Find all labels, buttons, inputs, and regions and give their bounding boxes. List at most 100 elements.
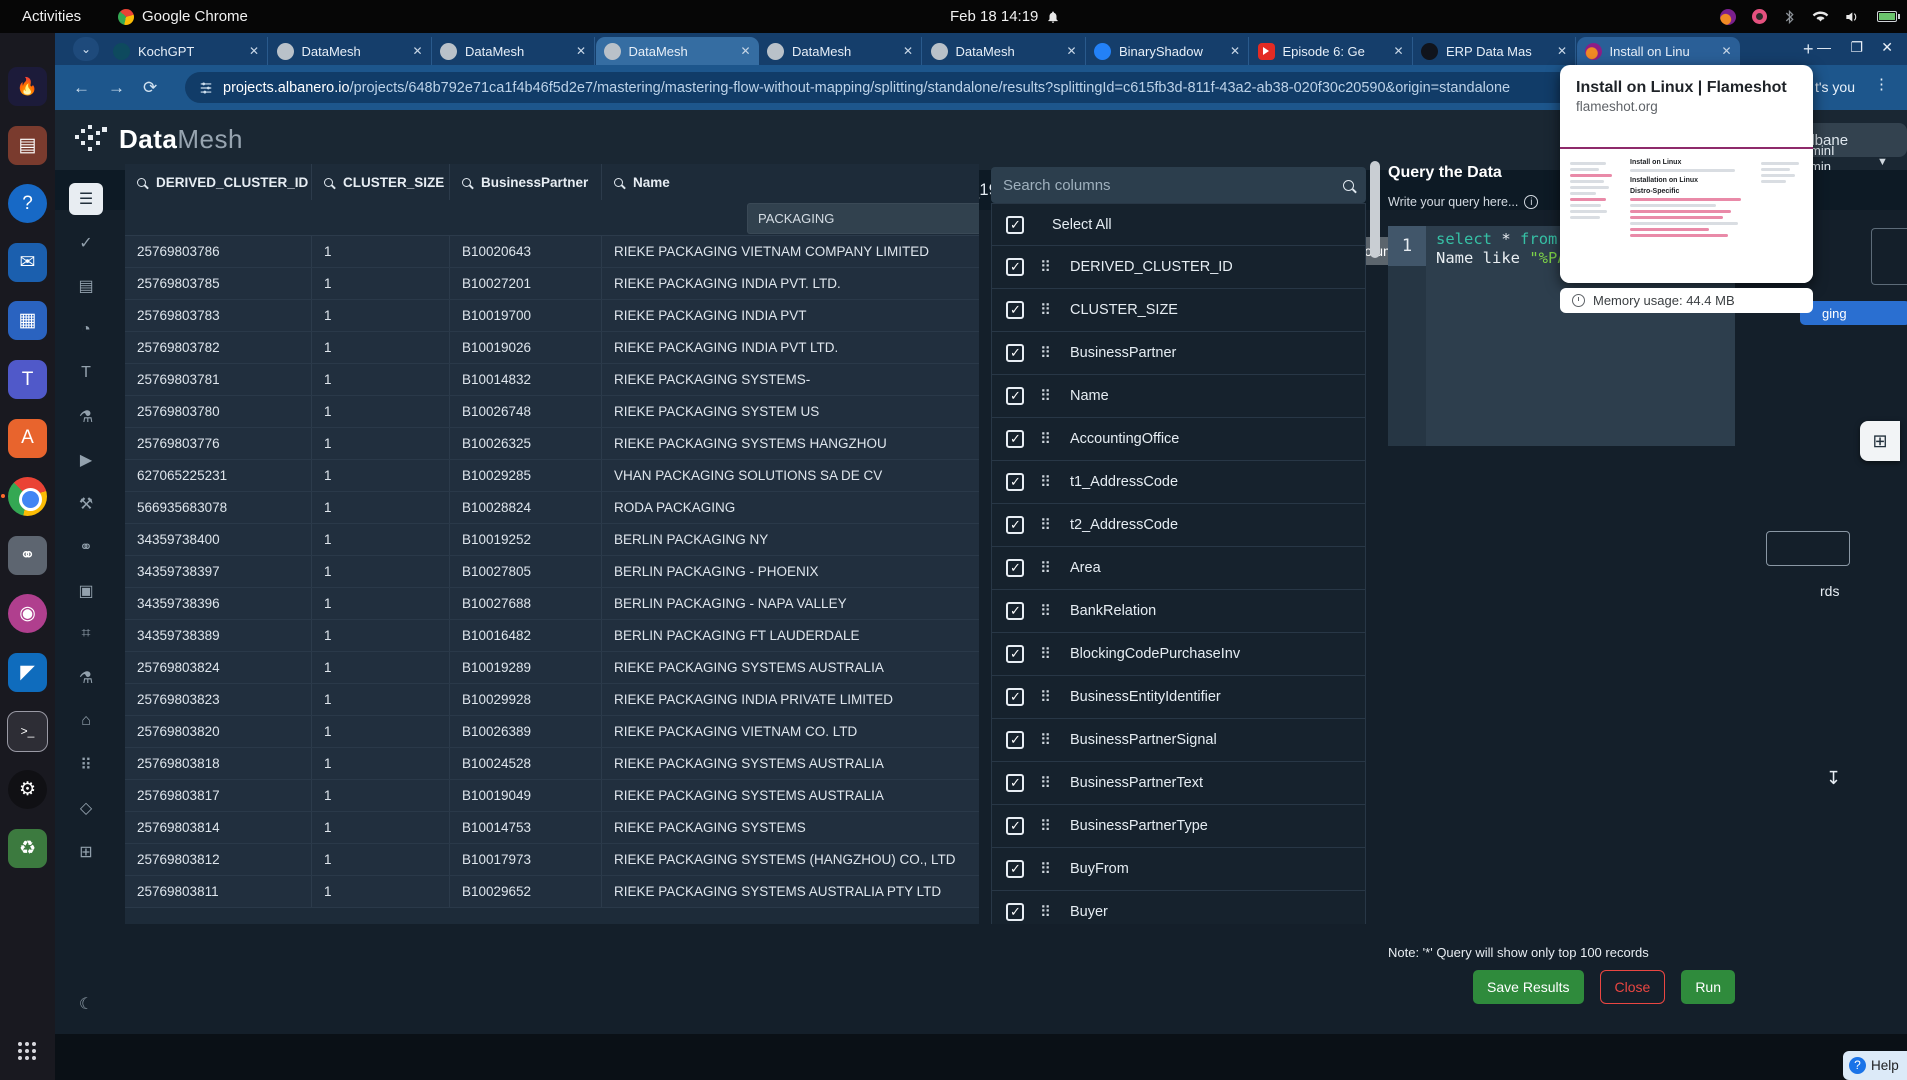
table-row[interactable]: 25769803811 1 B10029652 RIEKE PACKAGING SYS… <box>125 876 979 908</box>
sidebar-menu-icon[interactable]: ☰ <box>69 183 103 215</box>
column-item-Name[interactable]: ⠿ Name <box>991 375 1366 418</box>
drag-handle-icon[interactable]: ⠿ <box>1040 903 1056 921</box>
column-header-CLUSTER_SIZE[interactable]: CLUSTER_SIZE <box>312 164 450 200</box>
sidebar-text-tool-icon[interactable]: T <box>69 357 103 389</box>
column-header-Name[interactable]: Name <box>602 164 979 200</box>
help-button[interactable]: ? Help <box>1843 1051 1907 1080</box>
drag-handle-icon[interactable]: ⠿ <box>1040 774 1056 792</box>
drag-handle-icon[interactable]: ⠿ <box>1040 602 1056 620</box>
checkbox-checked[interactable] <box>1006 473 1024 491</box>
drag-handle-icon[interactable]: ⠿ <box>1040 645 1056 663</box>
column-item-BuyFrom[interactable]: ⠿ BuyFrom <box>991 848 1366 891</box>
browser-tab-9[interactable]: ERP Data Mas ✕ <box>1413 37 1576 65</box>
tab-close-icon[interactable]: ✕ <box>412 44 422 58</box>
table-row[interactable]: 25769803781 1 B10014832 RIEKE PACKAGING SYS… <box>125 364 979 396</box>
column-item-BusinessPartner[interactable]: ⠿ BusinessPartner <box>991 332 1366 375</box>
browser-tab-1[interactable]: KochGPT ✕ <box>105 37 268 65</box>
checkbox-checked[interactable] <box>1006 602 1024 620</box>
dock-item-mail-app[interactable]: ✉ <box>8 242 47 282</box>
select-all-item[interactable]: Select All <box>991 203 1366 246</box>
sidebar-workflow-icon[interactable]: ⌗ <box>69 618 103 650</box>
drag-handle-icon[interactable]: ⠿ <box>1040 301 1056 319</box>
table-row[interactable]: 25769803817 1 B10019049 RIEKE PACKAGING SYS… <box>125 780 979 812</box>
sidebar-users-icon[interactable]: ⚭ <box>69 531 103 563</box>
column-item-t1_AddressCode[interactable]: ⠿ t1_AddressCode <box>991 461 1366 504</box>
checkbox-checked[interactable] <box>1006 516 1024 534</box>
checkbox-checked[interactable] <box>1006 430 1024 448</box>
dock-item-vscode[interactable]: ◤ <box>8 653 47 692</box>
sidebar-storage-box-icon[interactable]: ⊞ <box>69 836 103 868</box>
column-item-Buyer[interactable]: ⠿ Buyer <box>991 891 1366 924</box>
close-button[interactable]: Close <box>1599 970 1666 1004</box>
checkbox-checked[interactable] <box>1006 215 1024 234</box>
checkbox-checked[interactable] <box>1006 688 1024 706</box>
tab-search-button[interactable]: ⌄ <box>73 37 99 61</box>
sidebar-media-video-icon[interactable]: ▶ <box>69 444 103 476</box>
table-row[interactable]: 25769803823 1 B10029928 RIEKE PACKAGING IND… <box>125 684 979 716</box>
browser-tab-3[interactable]: DataMesh ✕ <box>432 37 595 65</box>
tab-close-icon[interactable]: ✕ <box>1557 44 1567 58</box>
drag-handle-icon[interactable]: ⠿ <box>1040 430 1056 448</box>
name-filter-input[interactable] <box>747 203 979 234</box>
system-tray[interactable] <box>1720 8 1900 25</box>
table-row[interactable]: 25769803780 1 B10026748 RIEKE PACKAGING SYS… <box>125 396 979 428</box>
checkbox-checked[interactable] <box>1006 559 1024 577</box>
tab-close-icon[interactable]: ✕ <box>903 44 913 58</box>
drag-handle-icon[interactable]: ⠿ <box>1040 688 1056 706</box>
checkbox-checked[interactable] <box>1006 860 1024 878</box>
tab-close-icon[interactable]: ✕ <box>1393 44 1403 58</box>
checkbox-checked[interactable] <box>1006 301 1024 319</box>
scrollbar-thumb[interactable] <box>1370 161 1380 258</box>
column-item-CLUSTER_SIZE[interactable]: ⠿ CLUSTER_SIZE <box>991 289 1366 332</box>
table-row[interactable]: 34359738396 1 B10027688 BERLIN PACKAGING - … <box>125 588 979 620</box>
table-row[interactable]: 25769803818 1 B10024528 RIEKE PACKAGING SYS… <box>125 748 979 780</box>
browser-tab-4[interactable]: DataMesh ✕ <box>595 37 759 65</box>
table-row[interactable]: 566935683078 1 B10028824 RODA PACKAGING <box>125 492 979 524</box>
table-row[interactable]: 25769803785 1 B10027201 RIEKE PACKAGING IND… <box>125 268 979 300</box>
column-item-BusinessPartnerType[interactable]: ⠿ BusinessPartnerType <box>991 805 1366 848</box>
sidebar-build-tools-icon[interactable]: ⚒ <box>69 488 103 520</box>
back-button[interactable]: ← <box>73 78 90 98</box>
show-applications-button[interactable] <box>18 1042 36 1060</box>
browser-tab-8[interactable]: Episode 6: Ge ✕ <box>1250 37 1413 65</box>
sidebar-experiments-icon[interactable]: ⚗ <box>69 662 103 694</box>
column-item-BankRelation[interactable]: ⠿ BankRelation <box>991 590 1366 633</box>
drag-handle-icon[interactable]: ⠿ <box>1040 516 1056 534</box>
sidebar-apps-grid-icon[interactable]: ⠿ <box>69 749 103 781</box>
browser-menu-button[interactable]: ⋮ <box>1874 75 1889 93</box>
datamesh-logo[interactable]: DataMesh <box>73 124 243 155</box>
tab-close-icon[interactable]: ✕ <box>740 44 750 58</box>
drag-handle-icon[interactable]: ⠿ <box>1040 258 1056 276</box>
drag-handle-icon[interactable]: ⠿ <box>1040 344 1056 362</box>
table-row[interactable]: 627065225231 1 B10029285 VHAN PACKAGING SOL… <box>125 460 979 492</box>
panel-scrollbar[interactable] <box>1368 161 1382 924</box>
checkbox-checked[interactable] <box>1006 344 1024 362</box>
checkbox-checked[interactable] <box>1006 774 1024 792</box>
column-item-t2_AddressCode[interactable]: ⠿ t2_AddressCode <box>991 504 1366 547</box>
table-row[interactable]: 25769803786 1 B10020643 RIEKE PACKAGING VIE… <box>125 236 979 268</box>
address-bar[interactable]: projects.albanero.io/projects/648b792e71… <box>185 72 1730 103</box>
column-header-DERIVED_CLUSTER_ID[interactable]: DERIVED_CLUSTER_ID <box>125 164 312 200</box>
run-button[interactable]: Run <box>1681 970 1735 1004</box>
checkbox-checked[interactable] <box>1006 258 1024 276</box>
column-header-BusinessPartner[interactable]: BusinessPartner <box>450 164 602 200</box>
flameshot-tray-icon[interactable] <box>1720 8 1736 25</box>
info-icon[interactable]: i <box>1524 195 1539 209</box>
dock-item-chrome[interactable] <box>8 477 47 517</box>
tab-close-icon[interactable]: ✕ <box>249 44 259 58</box>
table-row[interactable]: 25769803783 1 B10019700 RIEKE PACKAGING IND… <box>125 300 979 332</box>
drag-handle-icon[interactable]: ⠿ <box>1040 817 1056 835</box>
sidebar-catalog-book-icon[interactable]: ▤ <box>69 270 103 302</box>
dock-item-software-app[interactable]: A <box>8 418 47 458</box>
dock-item-people-app[interactable]: ⚭ <box>8 535 47 575</box>
extension-tray-icon[interactable] <box>1752 9 1767 24</box>
account-caret-icon[interactable]: ▼ <box>1877 156 1888 168</box>
column-item-BlockingCodePurchaseInv[interactable]: ⠿ BlockingCodePurchaseInv <box>991 633 1366 676</box>
browser-tab-10[interactable]: Install on Linu ✕ <box>1576 37 1740 65</box>
floating-grid-button[interactable]: ⊞ <box>1860 421 1900 461</box>
column-item-DERIVED_CLUSTER_ID[interactable]: ⠿ DERIVED_CLUSTER_ID <box>991 246 1366 289</box>
site-settings-icon[interactable] <box>199 81 213 95</box>
restore-button[interactable]: ❐ <box>1850 39 1863 56</box>
table-row[interactable]: 34359738397 1 B10027805 BERLIN PACKAGING - … <box>125 556 979 588</box>
column-search-icon[interactable] <box>324 177 333 187</box>
